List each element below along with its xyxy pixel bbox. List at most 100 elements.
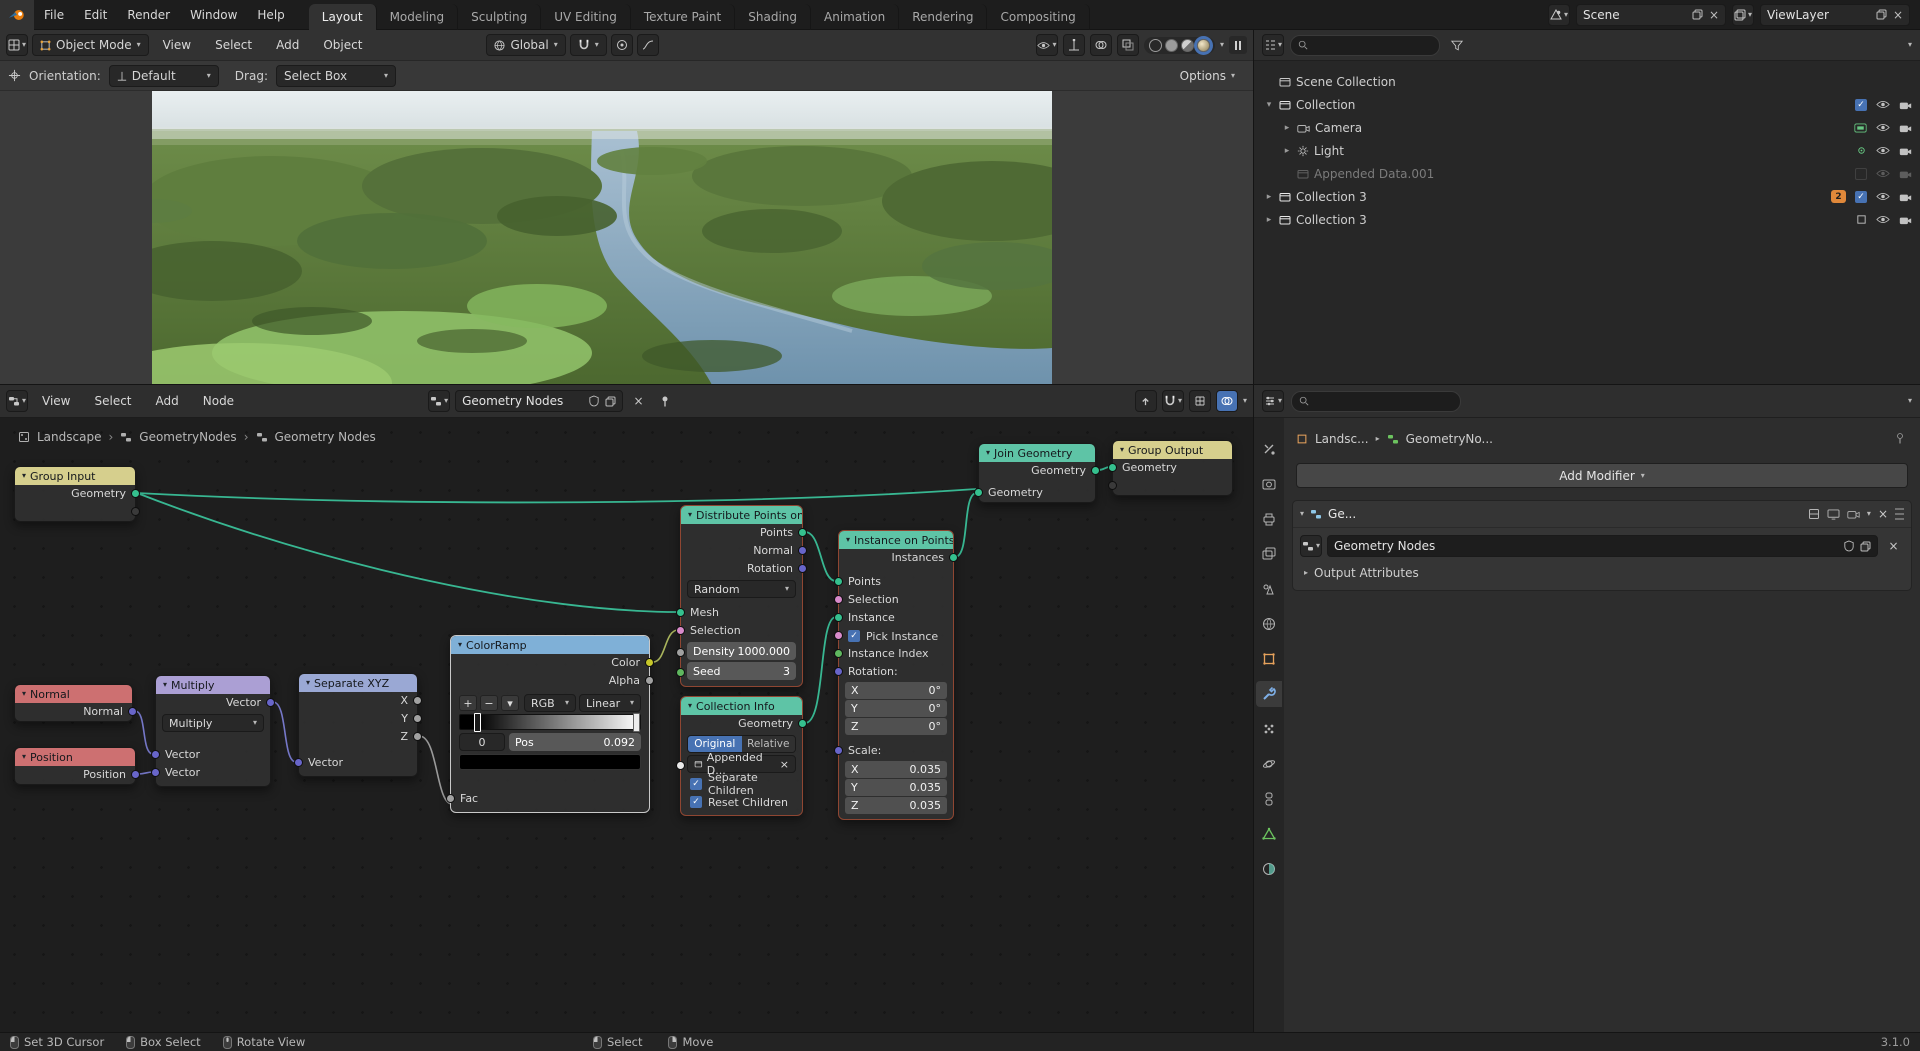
drag-handle[interactable] xyxy=(1895,507,1904,521)
scale-z-field[interactable]: Z 0.035 xyxy=(845,797,947,814)
collapse-icon[interactable]: ▾ xyxy=(22,753,26,761)
tab-constraints[interactable] xyxy=(1256,786,1282,812)
properties-search-input[interactable] xyxy=(1291,390,1461,412)
socket-virtual-in[interactable] xyxy=(1108,481,1117,490)
tool-orientation-dropdown[interactable]: Default ▾ xyxy=(108,64,219,87)
stop-position-slider[interactable]: Pos 0.092 xyxy=(509,733,641,751)
separate-children-checkbox[interactable]: ✓ xyxy=(690,778,702,790)
vp-menu-object[interactable]: Object xyxy=(313,30,372,60)
tab-output[interactable] xyxy=(1256,506,1282,532)
hide-eye-icon[interactable] xyxy=(1876,192,1890,201)
ramp-stop-end[interactable] xyxy=(633,713,640,732)
ne-menu-add[interactable]: Add xyxy=(146,386,189,416)
scene-browse-icon[interactable]: ▾ xyxy=(1548,3,1570,26)
fake-user-shield-icon[interactable] xyxy=(1844,540,1854,552)
hide-eye-icon[interactable] xyxy=(1876,169,1890,178)
chevron-down-icon[interactable]: ▾ xyxy=(1220,41,1224,49)
tab-view-layer[interactable] xyxy=(1256,541,1282,567)
mode-dropdown[interactable]: Object Mode ▾ xyxy=(32,34,149,56)
fake-user-shield-icon[interactable] xyxy=(589,395,599,407)
tab-texture-paint[interactable]: Texture Paint xyxy=(631,3,736,30)
socket-geometry-out[interactable] xyxy=(1091,466,1100,475)
socket-mesh-in[interactable] xyxy=(676,608,685,617)
viewlayer-selector[interactable]: ViewLayer × xyxy=(1760,3,1910,26)
socket-rotation-in[interactable] xyxy=(834,667,843,676)
socket-geometry-in[interactable] xyxy=(974,488,983,497)
extras-dropdown-icon[interactable]: ▾ xyxy=(1867,510,1871,518)
chevron-down-icon[interactable]: ▾ xyxy=(1908,41,1912,49)
socket-points-in[interactable] xyxy=(834,577,843,586)
ne-menu-node[interactable]: Node xyxy=(193,386,244,416)
overlays-toggle-icon[interactable] xyxy=(1089,34,1112,56)
socket-geometry-out[interactable] xyxy=(131,489,140,498)
unlink-node-tree-icon[interactable]: × xyxy=(628,391,649,412)
properties-editor[interactable]: ▾ ▾ Landsc... ▸ GeometryNo... Add Modifi… xyxy=(1254,385,1920,1032)
socket-selection-in[interactable] xyxy=(834,595,843,604)
expand-icon[interactable]: ▸ xyxy=(1282,146,1292,156)
node-group-output[interactable]: ▾ Group Output Geometry xyxy=(1108,440,1233,496)
vp-menu-view[interactable]: View xyxy=(153,30,201,60)
breadcrumb-object[interactable]: Landsc... xyxy=(1315,432,1369,446)
socket-pick-instance-in[interactable] xyxy=(834,631,843,640)
tab-tool[interactable] xyxy=(1256,436,1282,462)
collapse-icon[interactable]: ▾ xyxy=(1120,446,1124,454)
rotation-y-field[interactable]: Y 0° xyxy=(845,700,947,717)
socket-vector-in-2[interactable] xyxy=(151,768,160,777)
outliner-row-appended-data[interactable]: Appended Data.001 xyxy=(1254,162,1920,185)
menu-file[interactable]: File xyxy=(34,0,74,30)
add-stop-button[interactable]: + xyxy=(459,695,477,711)
tab-uv-editing[interactable]: UV Editing xyxy=(541,3,631,30)
render-display-icon[interactable] xyxy=(1847,509,1860,519)
blender-logo-icon[interactable] xyxy=(0,0,34,30)
socket-rotation-out[interactable] xyxy=(798,564,807,573)
color-ramp-gradient[interactable] xyxy=(459,713,641,732)
tab-modifiers[interactable] xyxy=(1256,681,1282,707)
node-tree-name-field[interactable]: Geometry Nodes xyxy=(455,390,624,412)
socket-normal-out[interactable] xyxy=(798,546,807,555)
viewlayer-browse-icon[interactable]: ▾ xyxy=(1732,3,1754,26)
socket-geometry-out[interactable] xyxy=(798,719,807,728)
hide-eye-icon[interactable] xyxy=(1876,146,1890,155)
overlay-active-icon[interactable] xyxy=(1215,390,1238,412)
breadcrumb-node-tree[interactable]: GeometryNo... xyxy=(1406,432,1493,446)
socket-position-out[interactable] xyxy=(131,770,140,779)
tab-world[interactable] xyxy=(1256,611,1282,637)
menu-help[interactable]: Help xyxy=(247,0,294,30)
collapse-icon[interactable]: ▾ xyxy=(688,511,692,519)
node-separate-xyz[interactable]: ▾ Separate XYZ X Y Z Vector xyxy=(294,673,422,777)
collection-checkbox[interactable] xyxy=(1855,167,1867,180)
geometry-node-editor[interactable]: ▾ View Select Add Node ▾ Geometry Nodes … xyxy=(0,385,1254,1032)
visibility-dropdown-icon[interactable]: ▾ xyxy=(1035,34,1058,56)
unlink-scene-icon[interactable]: × xyxy=(1709,8,1719,22)
realtime-display-icon[interactable] xyxy=(1827,508,1840,520)
menu-window[interactable]: Window xyxy=(180,0,247,30)
socket-z-out[interactable] xyxy=(413,732,422,741)
collapse-icon[interactable]: ▾ xyxy=(306,679,310,687)
outliner-row-light[interactable]: ▸ Light xyxy=(1254,139,1920,162)
hide-eye-icon[interactable] xyxy=(1876,215,1890,224)
socket-scale-in[interactable] xyxy=(834,746,843,755)
modifier-name[interactable]: Ge... xyxy=(1328,507,1356,521)
tab-scene[interactable] xyxy=(1256,576,1282,602)
stop-color-swatch[interactable] xyxy=(459,754,641,770)
chevron-down-icon[interactable]: ▾ xyxy=(1243,397,1247,405)
interpolation-dropdown[interactable]: Linear ▾ xyxy=(579,694,641,712)
tab-geometry-nodes[interactable]: Geo xyxy=(1090,4,1099,30)
socket-instance-index-in[interactable] xyxy=(834,649,843,658)
outliner-row-collection[interactable]: ▾ Collection ✓ xyxy=(1254,93,1920,116)
node-normal[interactable]: ▾ Normal Normal xyxy=(14,684,137,722)
reset-children-checkbox[interactable]: ✓ xyxy=(690,796,702,808)
tab-particles[interactable] xyxy=(1256,716,1282,742)
socket-instances-out[interactable] xyxy=(949,553,958,562)
outliner-search-input[interactable] xyxy=(1290,34,1440,56)
collapse-icon[interactable]: ▾ xyxy=(458,641,462,649)
distribute-method-dropdown[interactable]: Random ▾ xyxy=(687,580,796,598)
tab-shading[interactable]: Shading xyxy=(735,3,811,30)
add-modifier-button[interactable]: Add Modifier ▾ xyxy=(1296,463,1908,488)
outliner-row-collection3-a[interactable]: ▸ Collection 3 2 ✓ xyxy=(1254,185,1920,208)
collapse-icon[interactable]: ▾ xyxy=(22,690,26,698)
light-data-icon[interactable] xyxy=(1856,145,1867,156)
remove-stop-button[interactable]: − xyxy=(480,695,498,711)
add-viewlayer-icon[interactable] xyxy=(1876,9,1887,20)
editor-type-icon[interactable]: ▾ xyxy=(6,390,28,412)
